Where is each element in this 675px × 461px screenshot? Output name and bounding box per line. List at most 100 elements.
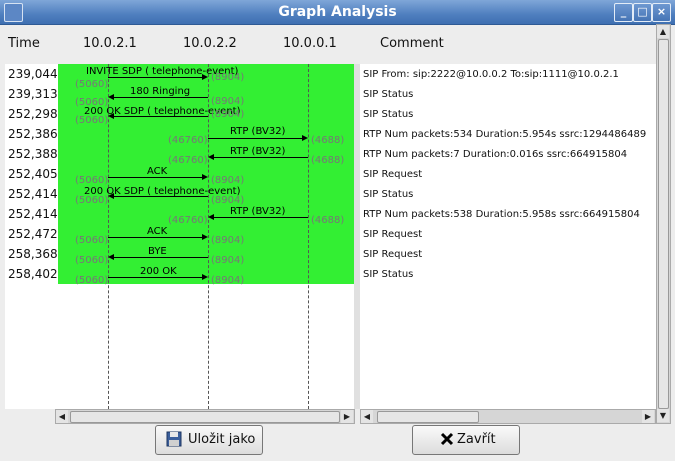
- comment-row: RTP Num packets:538 Duration:5.958s ssrc…: [363, 209, 640, 220]
- arrow-head-right-icon: [202, 74, 208, 80]
- time-row: 252,386: [8, 127, 58, 141]
- arrow-head-right-icon: [302, 135, 308, 141]
- graph-analysis-window: Graph Analysis _ □ × Time 10.0.2.1 10.0.…: [0, 0, 675, 461]
- flow-message-label: ACK: [147, 166, 168, 177]
- host-line-3: [308, 64, 309, 409]
- flow-arrow: [114, 97, 208, 98]
- flow-arrow: [214, 217, 308, 218]
- arrow-head-left-icon: [108, 254, 114, 260]
- time-row: 252,405: [8, 167, 58, 181]
- time-row: 258,368: [8, 247, 58, 261]
- scroll-right-icon[interactable]: ▶: [341, 410, 353, 423]
- comment-row: SIP Status: [363, 89, 414, 100]
- scroll-down-icon[interactable]: ▼: [657, 409, 669, 422]
- flow-message-label: ACK: [147, 226, 168, 237]
- save-as-button[interactable]: Uložit jako: [155, 425, 263, 455]
- title-bar: Graph Analysis _ □ ×: [0, 0, 675, 25]
- time-header: Time: [8, 36, 40, 51]
- flow-arrow: [114, 116, 208, 117]
- close-label: Zavřít: [457, 432, 496, 447]
- scrollbar-thumb[interactable]: [70, 411, 340, 423]
- x-icon: [440, 432, 454, 446]
- flow-arrow: [108, 277, 202, 278]
- window-title: Graph Analysis: [278, 4, 397, 20]
- comment-row: SIP Request: [363, 169, 423, 180]
- scroll-left-icon[interactable]: ◀: [361, 410, 373, 423]
- flow-arrow: [114, 196, 208, 197]
- arrow-head-right-icon: [202, 174, 208, 180]
- flow-message-label: 180 Ringing: [130, 86, 191, 97]
- arrow-head-left-icon: [208, 214, 214, 220]
- scroll-left-icon[interactable]: ◀: [56, 410, 68, 423]
- time-row: 252,414: [8, 207, 58, 221]
- arrow-head-left-icon: [108, 113, 114, 119]
- time-row: 252,298: [8, 107, 58, 121]
- host-header-2: 10.0.2.2: [183, 36, 237, 51]
- port-label: (5060): [75, 115, 109, 126]
- flow-arrow: [214, 157, 308, 158]
- port-label: (4688): [311, 215, 345, 226]
- time-row: 239,044: [8, 67, 58, 81]
- port-label: (8904): [211, 175, 245, 186]
- port-label: (8904): [211, 255, 245, 266]
- host-header-3: 10.0.0.1: [283, 36, 337, 51]
- scroll-right-icon[interactable]: ▶: [642, 410, 654, 423]
- flow-message-label: RTP (BV32): [230, 146, 286, 157]
- arrow-head-left-icon: [108, 94, 114, 100]
- comment-row: RTP Num packets:7 Duration:0.016s ssrc:6…: [363, 149, 628, 160]
- port-label: (4688): [311, 155, 345, 166]
- vertical-scrollbar[interactable]: ▲ ▼: [656, 24, 671, 424]
- comment-row: SIP Status: [363, 109, 414, 120]
- comment-row: SIP Request: [363, 229, 423, 240]
- comment-row: SIP Request: [363, 249, 423, 260]
- time-row: 239,313: [8, 87, 58, 101]
- flow-message-label: RTP (BV32): [230, 126, 286, 137]
- comment-row: SIP Status: [363, 189, 414, 200]
- comment-header: Comment: [380, 36, 444, 51]
- port-label: (5060): [75, 175, 109, 186]
- close-window-button[interactable]: ×: [652, 3, 671, 22]
- port-label: (46760): [168, 155, 208, 166]
- flow-arrow: [108, 237, 202, 238]
- time-row: 252,388: [8, 147, 58, 161]
- time-row: 258,402: [8, 267, 58, 281]
- minimize-button[interactable]: _: [614, 3, 633, 22]
- host-header-1: 10.0.2.1: [83, 36, 137, 51]
- graph-horizontal-scrollbar[interactable]: ◀ ▶: [55, 409, 355, 424]
- port-label: (5060): [75, 275, 109, 286]
- arrow-head-left-icon: [208, 154, 214, 160]
- port-label: (8904): [211, 195, 245, 206]
- flow-arrow: [208, 138, 302, 139]
- port-label: (8904): [211, 109, 245, 120]
- comment-horizontal-scrollbar[interactable]: ◀ ▶: [360, 409, 656, 424]
- flow-message-label: RTP (BV32): [230, 206, 286, 217]
- port-label: (5060): [75, 255, 109, 266]
- port-label: (8904): [211, 72, 245, 83]
- arrow-head-left-icon: [108, 193, 114, 199]
- port-label: (5060): [75, 79, 109, 90]
- flow-arrow: [108, 177, 202, 178]
- arrow-head-right-icon: [202, 274, 208, 280]
- comment-row: RTP Num packets:534 Duration:5.954s ssrc…: [363, 129, 647, 140]
- port-label: (46760): [168, 215, 208, 226]
- time-row: 252,472: [8, 227, 58, 241]
- scroll-up-icon[interactable]: ▲: [657, 25, 669, 38]
- close-button[interactable]: Zavřít: [412, 425, 520, 455]
- port-label: (5060): [75, 195, 109, 206]
- flow-arrow: [114, 257, 208, 258]
- scrollbar-thumb[interactable]: [377, 411, 479, 423]
- port-label: (8904): [211, 275, 245, 286]
- comment-row: SIP Status: [363, 269, 414, 280]
- time-row: 252,414: [8, 187, 58, 201]
- flow-message-label: BYE: [148, 246, 167, 257]
- save-as-label: Uložit jako: [188, 432, 256, 447]
- port-label: (8904): [211, 235, 245, 246]
- comment-row: SIP From: sip:2222@10.0.0.2 To:sip:1111@…: [363, 69, 619, 80]
- arrow-head-right-icon: [202, 234, 208, 240]
- port-label: (4688): [311, 135, 345, 146]
- maximize-button[interactable]: □: [633, 3, 652, 22]
- scrollbar-thumb[interactable]: [658, 39, 669, 409]
- flow-arrow: [108, 77, 202, 78]
- port-label: (46760): [168, 135, 208, 146]
- floppy-disk-icon: [166, 431, 182, 447]
